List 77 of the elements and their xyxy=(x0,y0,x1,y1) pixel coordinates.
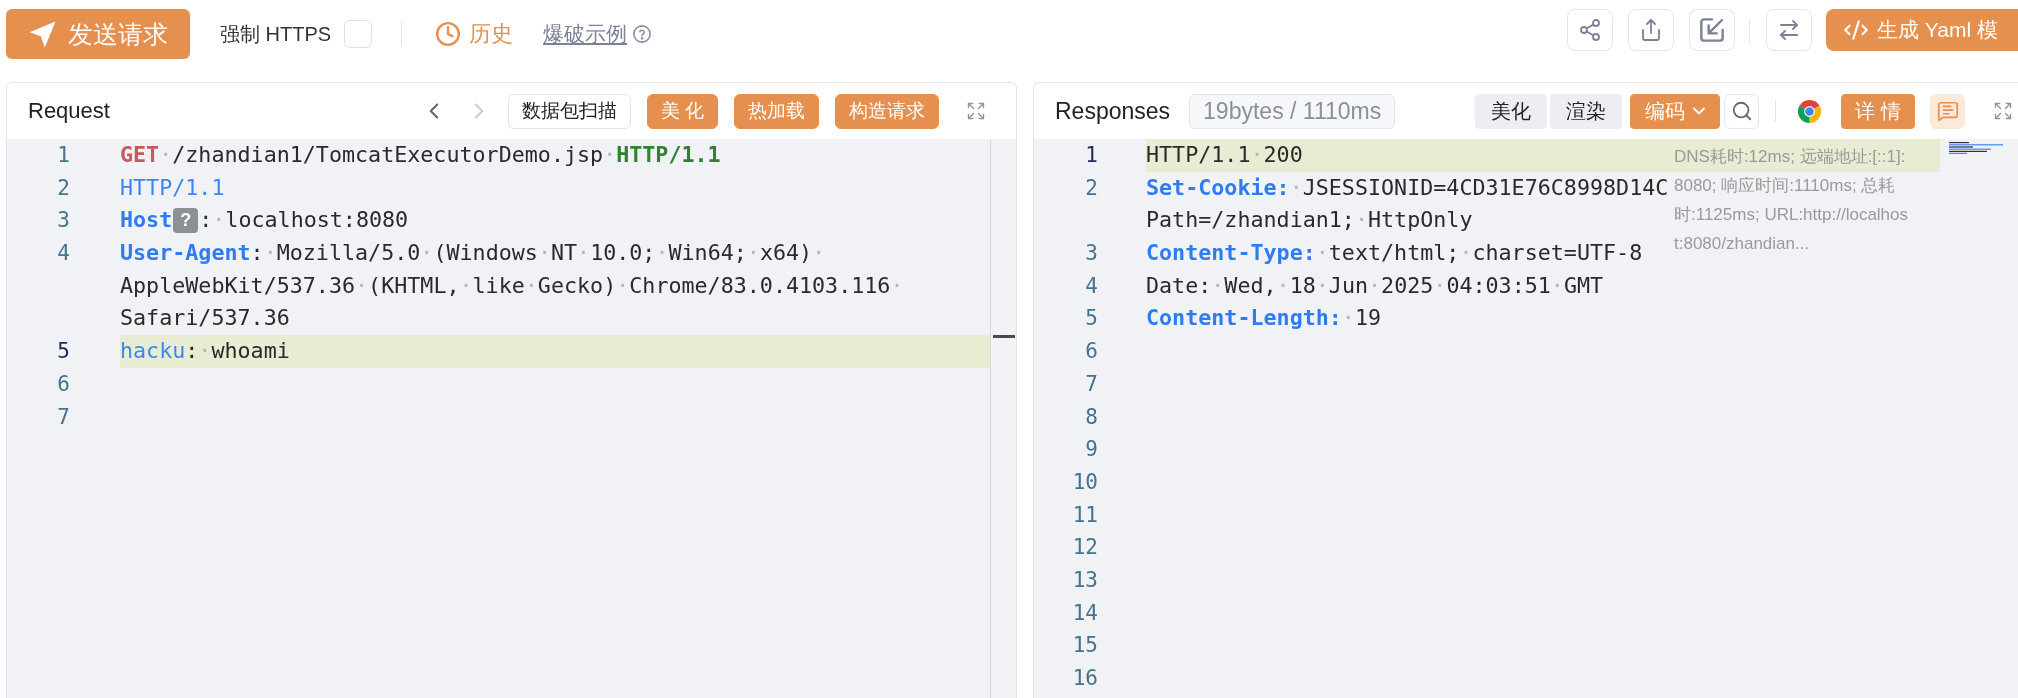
line-number: 7 xyxy=(1085,370,1098,398)
code-text: hacku:·whoami xyxy=(120,337,290,366)
header-button[interactable]: 构造请求 xyxy=(835,93,939,129)
help-icon[interactable] xyxy=(633,25,652,43)
message-icon xyxy=(1936,100,1959,122)
send-icon xyxy=(28,20,56,48)
expand-icon[interactable] xyxy=(1993,101,2013,121)
line-number: 15 xyxy=(1072,632,1098,660)
line-number: 9 xyxy=(1085,436,1098,464)
code-text: Content-Length:·19 xyxy=(1146,304,1382,333)
line-number: 6 xyxy=(1085,338,1098,366)
code-icon xyxy=(1843,17,1869,43)
line-number: 2 xyxy=(1085,174,1098,202)
search-button[interactable] xyxy=(1724,93,1760,129)
line-number: 3 xyxy=(57,207,70,235)
code-text: HTTP/1.1·200 xyxy=(1146,141,1303,169)
code-text: Set-Cookie:·JSESSIONID=4CD31E76C8998D14C xyxy=(1146,173,1669,202)
code-text: :·localhost:8080 xyxy=(199,206,409,235)
upload-button[interactable] xyxy=(1628,9,1674,51)
line-number: 3 xyxy=(1085,240,1098,268)
cursor-marker xyxy=(993,335,1015,339)
expand-icon[interactable] xyxy=(966,101,986,121)
history-button[interactable]: 历史 xyxy=(435,19,514,49)
line-number: 2 xyxy=(57,174,70,202)
share-icon xyxy=(1578,18,1602,42)
line-number: 13 xyxy=(1072,566,1098,594)
code-text: Path=/zhandian1;·HttpOnly xyxy=(1146,206,1473,235)
generate-yaml-button[interactable]: 生成 Yaml 模 xyxy=(1826,9,2018,51)
swap-icon xyxy=(1777,18,1801,42)
upload-icon xyxy=(1639,18,1663,42)
search-icon xyxy=(1730,100,1753,122)
panel-title: Request xyxy=(28,98,110,124)
import-icon xyxy=(1700,18,1724,42)
header-button[interactable]: 数据包扫描 xyxy=(507,93,631,129)
line-number: 10 xyxy=(1072,468,1098,496)
panel-title: Responses xyxy=(1055,97,1171,125)
line-number: 4 xyxy=(1085,272,1098,300)
swap-button[interactable] xyxy=(1766,9,1812,51)
view-button[interactable]: 渲染 xyxy=(1550,93,1623,129)
code-text: AppleWebKit/537.36·(KHTML,·like·Gecko)·Chrome/83.0.4103.116· xyxy=(120,271,904,300)
code-text: Content-Type:·text/html;·charset=UTF-8 xyxy=(1146,239,1643,268)
hint-badge[interactable]: ? xyxy=(173,208,199,234)
dropdown-button[interactable]: 编码 xyxy=(1630,93,1721,129)
checkbox-label: 强制 HTTPS xyxy=(220,21,332,47)
line-number: 7 xyxy=(57,403,70,431)
line-number: 5 xyxy=(57,338,70,366)
header-button[interactable]: 美 化 xyxy=(646,93,718,129)
import-button[interactable] xyxy=(1689,9,1735,51)
code-text: Host xyxy=(120,206,173,235)
line-number: 8 xyxy=(1085,403,1098,431)
code-text: User-Agent:·Mozilla/5.0·(Windows·NT·10.0;·Win64;·x64)· xyxy=(120,239,826,268)
code-text: Date:·Wed,·18·Jun·2025·04:03:51·GMT xyxy=(1146,271,1604,300)
example-link[interactable]: 爆破示例 xyxy=(543,20,628,48)
view-button[interactable]: 美化 xyxy=(1475,93,1548,129)
line-number: 11 xyxy=(1072,501,1098,529)
header-button[interactable]: 热加载 xyxy=(734,93,819,129)
clock-icon xyxy=(435,21,462,47)
line-number: 16 xyxy=(1072,665,1098,692)
line-number: 12 xyxy=(1072,534,1098,562)
minimap-drawing xyxy=(1949,142,2005,154)
line-number: 5 xyxy=(1085,305,1098,333)
line-number: 1 xyxy=(1085,142,1098,169)
line-number: 4 xyxy=(57,240,70,268)
line-number: 1 xyxy=(57,142,70,169)
code-text: GET·/zhandian1/TomcatExecutorDemo.jsp·HTTP/1.1 xyxy=(120,141,721,169)
line-number: 6 xyxy=(57,370,70,398)
browser-icon[interactable] xyxy=(1798,99,1822,123)
response-stats: 19bytes / 1110ms xyxy=(1189,93,1396,129)
share-button[interactable] xyxy=(1567,9,1613,51)
line-number: 14 xyxy=(1072,599,1098,627)
https-checkbox[interactable] xyxy=(344,20,373,48)
response-info-text: DNS耗时:12ms; 远端地址:[::1]:8080; 响应时间:1110ms; 总耗时:1125ms; URL:http://localhost:8080/zhandian... xyxy=(1674,146,1908,255)
code-text: Safari/537.36 xyxy=(120,304,290,333)
code-text: HTTP/1.1 xyxy=(120,173,225,202)
message-button[interactable] xyxy=(1930,93,1965,129)
details-button[interactable]: 详 情 xyxy=(1841,93,1915,129)
send-request-button[interactable]: 发送请求 xyxy=(6,9,190,59)
